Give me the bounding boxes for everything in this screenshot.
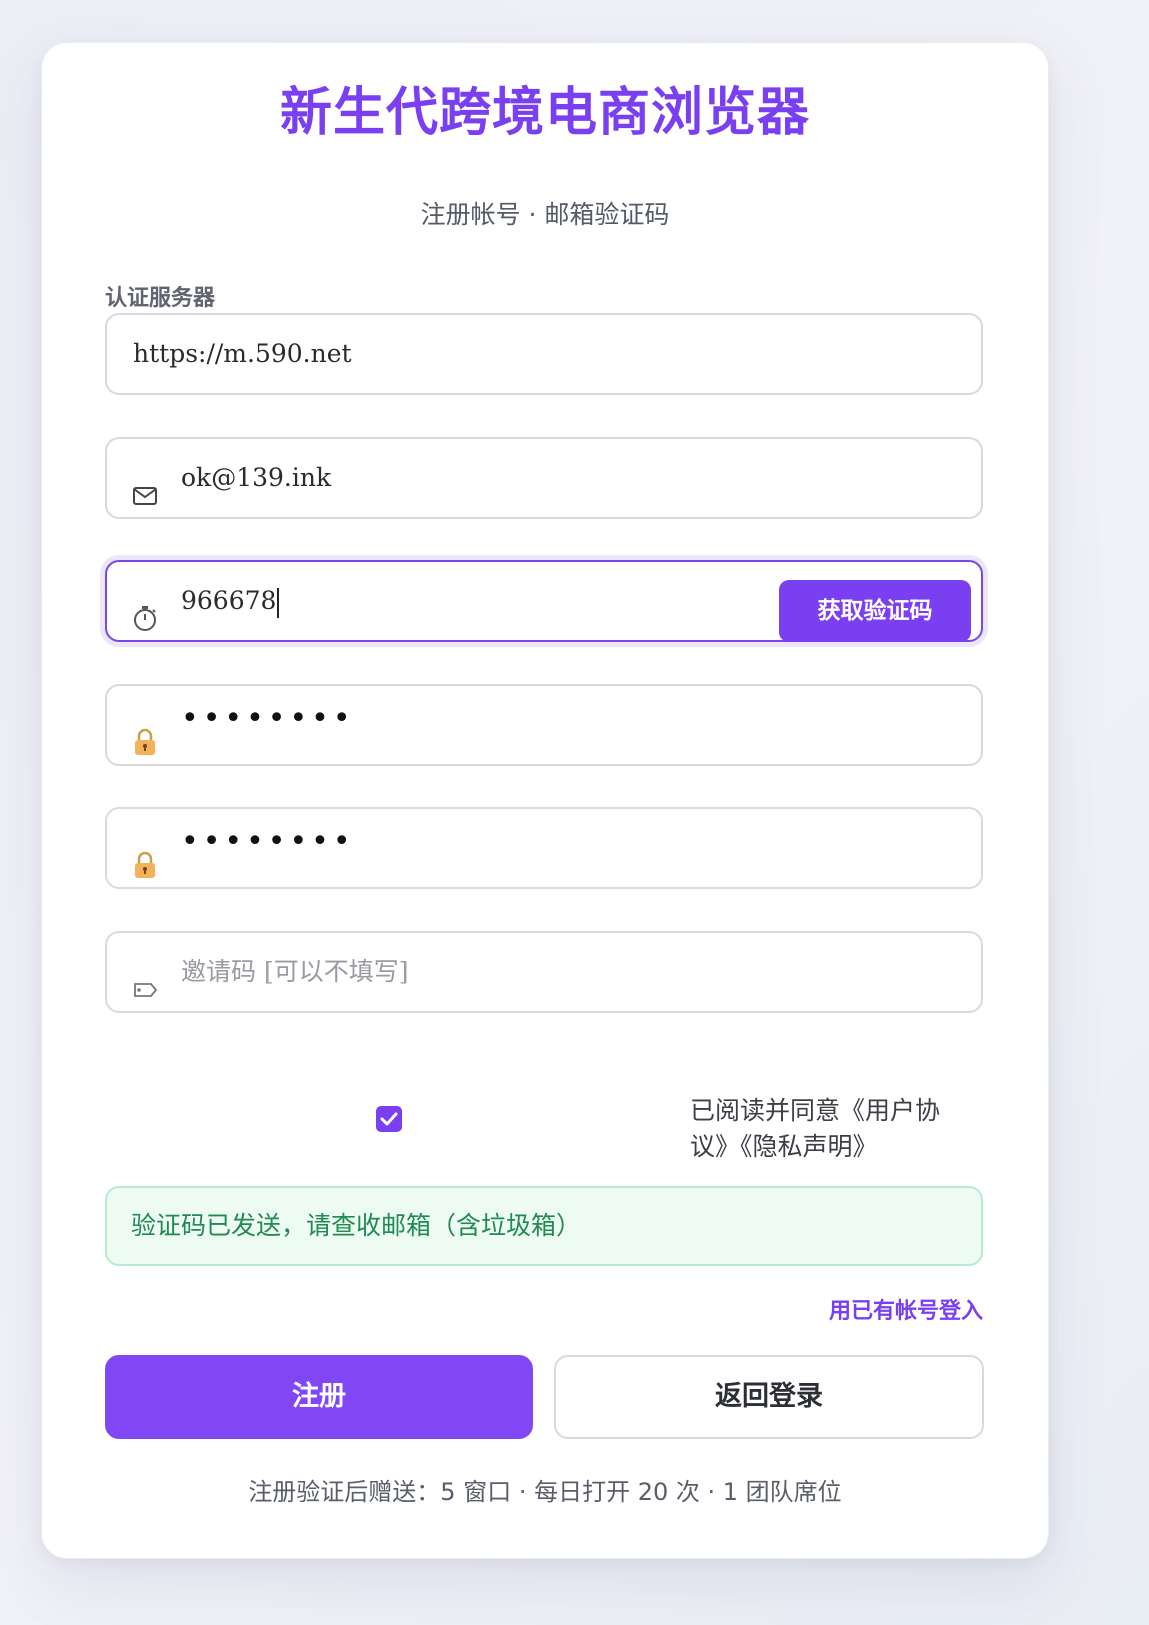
footer-note: 注册验证后赠送：5 窗口 · 每日打开 20 次 · 1 团队席位 [248, 1478, 842, 1506]
agree-text[interactable]: 已阅读并同意《用户协议》《隐私声明》 [690, 1093, 960, 1165]
page-subtitle: 注册帐号 · 邮箱验证码 [420, 200, 670, 229]
email-input-value: ok@139.ink [181, 463, 332, 492]
server-input[interactable]: https://m.590.net [105, 313, 983, 395]
back-to-login-button[interactable]: 返回登录 [554, 1355, 984, 1439]
password-input-value: •••••••• [181, 701, 355, 736]
invite-code-input[interactable]: 邀请码 [可以不填写] [105, 931, 983, 1013]
status-notice: 验证码已发送，请查收邮箱（含垃圾箱） [105, 1186, 983, 1266]
confirm-password-value: •••••••• [181, 824, 355, 859]
confirm-password-input[interactable]: •••••••• [105, 807, 983, 889]
server-label: 认证服务器 [105, 286, 216, 311]
verification-code-value: 966678 [181, 562, 280, 640]
agree-checkbox[interactable] [376, 1106, 402, 1132]
get-code-button[interactable]: 获取验证码 [779, 580, 971, 642]
stopwatch-icon [131, 604, 159, 632]
verification-code-input[interactable]: 966678 获取验证码 [105, 560, 983, 642]
invite-code-placeholder: 邀请码 [可以不填写] [181, 957, 409, 986]
register-card [41, 42, 1049, 1559]
register-button[interactable]: 注册 [105, 1355, 533, 1439]
lock-icon [131, 728, 159, 756]
email-input[interactable]: ok@139.ink [105, 437, 983, 519]
checkmark-icon [380, 1112, 398, 1126]
envelope-icon [131, 481, 159, 509]
server-input-value: https://m.590.net [133, 339, 352, 368]
text-caret [277, 587, 280, 618]
tag-icon [131, 975, 159, 1003]
page-title: 新生代跨境电商浏览器 [279, 83, 810, 143]
password-input[interactable]: •••••••• [105, 684, 983, 766]
lock-icon [131, 851, 159, 879]
login-existing-link[interactable]: 用已有帐号登入 [829, 1293, 983, 1325]
